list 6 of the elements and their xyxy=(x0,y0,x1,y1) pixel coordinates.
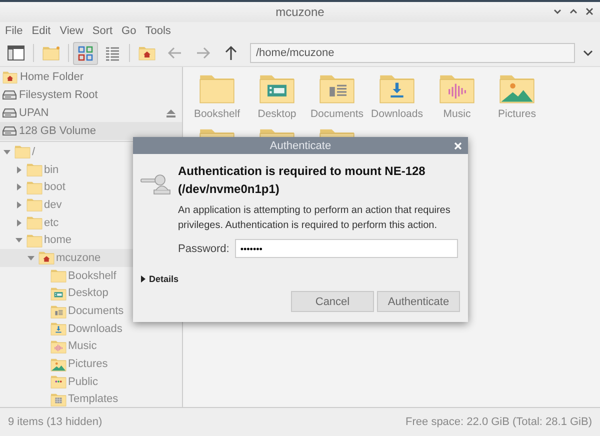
dialog-message: An application is attempting to perform an action that requires privileges. Authentication is required to perform this action. xyxy=(178,204,452,233)
window-title: mcuzone xyxy=(276,5,324,19)
status-text: Free space: 22.0 GiB (Total: 28.1 GiB) xyxy=(406,416,592,428)
dialog-heading: Authentication is required to mount NE-128 (/dev/nvme0n1p1) xyxy=(178,163,426,198)
dialog-title: Authenticate xyxy=(270,140,332,152)
status-text: 9 items (13 hidden) xyxy=(8,416,102,428)
